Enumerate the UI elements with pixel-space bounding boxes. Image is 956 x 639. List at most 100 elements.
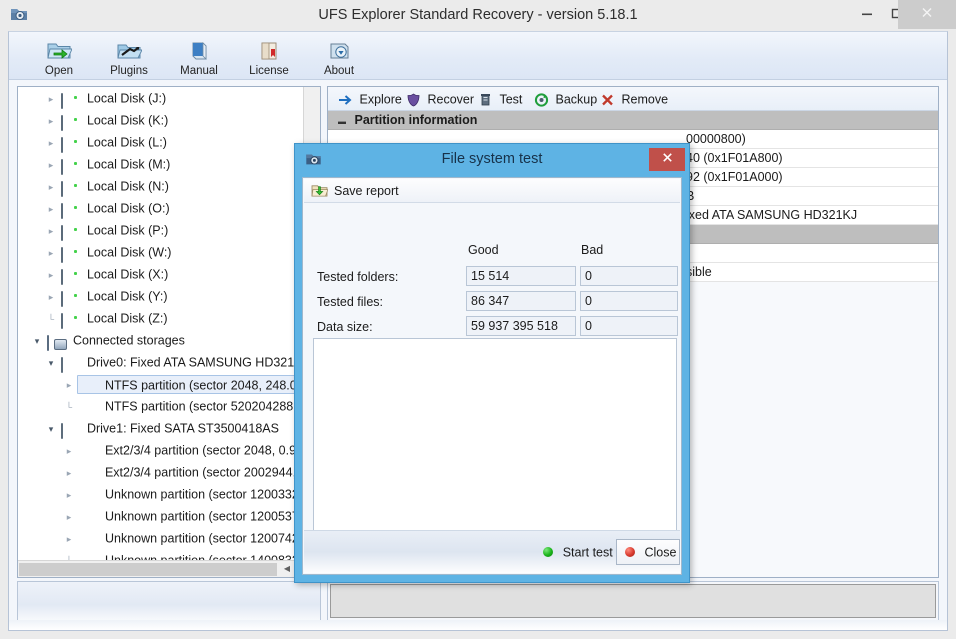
tree-hscroll-thumb[interactable]: [19, 563, 277, 576]
expand-collapse-icon[interactable]: ▸: [44, 110, 58, 132]
tree-item-drive[interactable]: ▾ Drive0: Fixed ATA SAMSUNG HD321KJ: [18, 351, 304, 373]
tree-item-local-disk[interactable]: ▸ Local Disk (W:): [18, 241, 304, 263]
tree-item-label: Local Disk (W:): [86, 245, 172, 260]
expand-collapse-icon[interactable]: ▸: [44, 286, 58, 308]
storage-tree-panel[interactable]: ▸ Local Disk (J:) ▸ Local Disk (K:) ▸ Lo…: [17, 86, 321, 578]
tested-folders-good-input[interactable]: [466, 266, 576, 286]
tree-item-connected-storages[interactable]: ▾ Connected storages: [18, 329, 304, 351]
open-button[interactable]: Open: [23, 34, 95, 80]
tree-item-label: Local Disk (K:): [86, 113, 169, 128]
scroll-left-button[interactable]: ◀: [280, 563, 294, 576]
start-test-label: Start test: [562, 545, 613, 560]
expand-collapse-icon[interactable]: ▸: [44, 88, 58, 110]
remove-button[interactable]: Remove: [600, 89, 668, 109]
tree-item-partition-selected[interactable]: ▸ NTFS partition (sector 2048, 248.04GB): [18, 373, 304, 395]
tree-item-local-disk[interactable]: └ Local Disk (Z:): [18, 307, 304, 329]
tree-item-label: Unknown partition (sector 12005376, 0.00…: [104, 509, 304, 524]
tree-item-local-disk[interactable]: ▸ Local Disk (P:): [18, 219, 304, 241]
row-value: ixed ATA SAMSUNG HD321KJ: [686, 208, 858, 222]
status-dot-icon: [79, 379, 97, 393]
tree-item-partition[interactable]: ▸ Ext2/3/4 partition (sector 2002944, 4.…: [18, 461, 304, 483]
expand-collapse-icon[interactable]: ▾: [30, 330, 44, 352]
save-report-button[interactable]: Save report: [304, 179, 680, 203]
tree-item-partition[interactable]: ▸ Unknown partition (sector 12005376, 0.…: [18, 505, 304, 527]
save-report-label: Save report: [334, 184, 399, 198]
expand-collapse-icon[interactable]: ▾: [44, 418, 58, 440]
tree-item-partition[interactable]: └ NTFS partition (sector 520204288, 50.0…: [18, 395, 304, 417]
minimize-icon: [861, 7, 873, 22]
test-button[interactable]: Test: [478, 89, 522, 109]
test-log-area[interactable]: [313, 338, 677, 550]
hdd-icon: [61, 356, 79, 373]
expand-collapse-icon[interactable]: ▸: [44, 242, 58, 264]
expand-collapse-icon[interactable]: ▸: [44, 198, 58, 220]
tree-item-label: Local Disk (P:): [86, 223, 169, 238]
disk-icon: [61, 180, 79, 197]
expand-collapse-icon[interactable]: ▸: [44, 154, 58, 176]
expand-collapse-icon[interactable]: ▸: [62, 484, 76, 506]
tree-item-label: Local Disk (N:): [86, 179, 169, 194]
storage-tree[interactable]: ▸ Local Disk (J:) ▸ Local Disk (K:) ▸ Lo…: [18, 87, 304, 562]
recover-shield-icon: [406, 93, 421, 107]
about-button[interactable]: About: [303, 34, 375, 80]
dialog-title-bar: File system test: [295, 144, 689, 175]
expand-collapse-icon[interactable]: ▾: [44, 352, 58, 374]
dialog-close-button[interactable]: [649, 148, 685, 171]
expand-collapse-icon[interactable]: ▸: [44, 264, 58, 286]
tree-item-partition[interactable]: ▸ Unknown partition (sector 12003328, 0.…: [18, 483, 304, 505]
tree-item-label: NTFS partition (sector 2048, 248.04GB): [104, 378, 304, 393]
right-bottom-inner-box: [330, 584, 936, 618]
tree-item-local-disk[interactable]: ▸ Local Disk (K:): [18, 109, 304, 131]
data-size-good-input[interactable]: [466, 316, 576, 336]
status-dot-icon: [79, 532, 97, 546]
hdd-icon: [61, 422, 79, 439]
tested-folders-row: Tested folders:: [303, 266, 681, 288]
tested-folders-bad-input[interactable]: [580, 266, 678, 286]
tree-item-local-disk[interactable]: ▸ Local Disk (M:): [18, 153, 304, 175]
expand-collapse-icon[interactable]: ▸: [62, 374, 76, 396]
expand-collapse-icon[interactable]: ▸: [62, 440, 76, 462]
disk-icon: [61, 246, 79, 263]
tree-horizontal-scrollbar[interactable]: ◀ ▶: [18, 560, 320, 577]
window-title: UFS Explorer Standard Recovery - version…: [318, 7, 638, 23]
close-dialog-button[interactable]: Close: [616, 539, 680, 565]
expand-collapse-icon[interactable]: └: [44, 308, 58, 330]
partition-actions-toolbar: Explore Recover Test Backup Remove: [328, 87, 938, 111]
tree-item-local-disk[interactable]: ▸ Local Disk (Y:): [18, 285, 304, 307]
collapse-section-icon[interactable]: ▬: [338, 112, 351, 131]
tree-item-local-disk[interactable]: ▸ Local Disk (X:): [18, 263, 304, 285]
expand-collapse-icon[interactable]: ▸: [62, 528, 76, 550]
backup-button[interactable]: Backup: [534, 89, 597, 109]
expand-collapse-icon[interactable]: ▸: [44, 132, 58, 154]
plugins-button[interactable]: Plugins: [93, 34, 165, 80]
status-dot-icon: [79, 488, 97, 502]
expand-collapse-icon[interactable]: ▸: [62, 462, 76, 484]
tree-item-local-disk[interactable]: ▸ Local Disk (O:): [18, 197, 304, 219]
close-window-button[interactable]: [898, 0, 956, 29]
recover-button[interactable]: Recover: [406, 89, 474, 109]
client-footer: [9, 620, 947, 630]
section-header-partition-information[interactable]: ▬ Partition information: [328, 111, 938, 130]
tree-item-partition[interactable]: ▸ Unknown partition (sector 12007424, 0.…: [18, 527, 304, 549]
license-button[interactable]: License: [233, 34, 305, 80]
expand-collapse-icon[interactable]: ▸: [44, 220, 58, 242]
tree-item-local-disk[interactable]: ▸ Local Disk (L:): [18, 131, 304, 153]
data-size-bad-input[interactable]: [580, 316, 678, 336]
tree-item-local-disk[interactable]: ▸ Local Disk (J:): [18, 87, 304, 109]
manual-button[interactable]: Manual: [163, 34, 235, 80]
expand-collapse-icon[interactable]: ▸: [44, 176, 58, 198]
tested-files-good-input[interactable]: [466, 291, 576, 311]
disk-icon: [61, 224, 79, 241]
tested-files-bad-input[interactable]: [580, 291, 678, 311]
tree-item-label: Drive0: Fixed ATA SAMSUNG HD321KJ: [86, 355, 304, 370]
tree-item-partition[interactable]: ▸ Ext2/3/4 partition (sector 2048, 0.95G…: [18, 439, 304, 461]
tree-item-local-disk[interactable]: ▸ Local Disk (N:): [18, 175, 304, 197]
license-icon: [256, 39, 282, 63]
explore-button[interactable]: Explore: [338, 89, 402, 109]
tree-item-drive[interactable]: ▾ Drive1: Fixed SATA ST3500418AS: [18, 417, 304, 439]
start-test-button[interactable]: Start test: [532, 539, 624, 565]
tree-item-label: Local Disk (J:): [86, 91, 167, 106]
expand-collapse-icon[interactable]: └: [62, 396, 76, 418]
expand-collapse-icon[interactable]: ▸: [62, 506, 76, 528]
backup-icon: [534, 93, 549, 107]
